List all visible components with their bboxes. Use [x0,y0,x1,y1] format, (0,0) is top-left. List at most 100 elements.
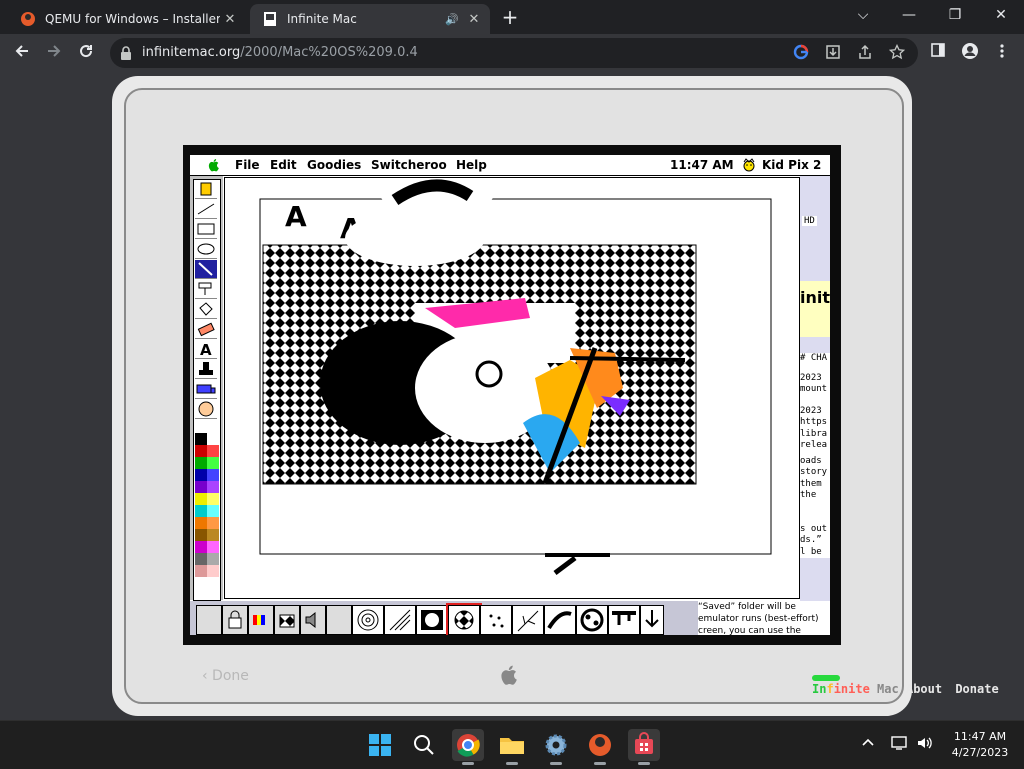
color-swatch[interactable] [207,457,219,469]
color-swatch[interactable] [195,541,207,553]
minimize-button[interactable]: — [886,4,932,26]
color-swatch[interactable] [195,565,207,577]
donate-link[interactable]: Donate [955,682,998,696]
color-swatch[interactable] [207,493,219,505]
color-swatch[interactable] [207,445,219,457]
infinite-mac-logo[interactable]: Infinite Mac [812,682,899,696]
stamp-tool[interactable] [195,360,217,379]
application-menu[interactable]: Kid Pix 2 [762,158,821,172]
google-lens-icon[interactable] [792,44,810,62]
moving-van-tool[interactable] [195,380,217,399]
search-button[interactable] [408,729,440,761]
menu-help[interactable]: Help [456,158,487,172]
color-swatch[interactable] [207,433,219,445]
text-tool[interactable]: A [195,340,217,359]
maximize-button[interactable]: ❐ [932,4,978,26]
color-swatch[interactable] [207,565,219,577]
lock-icon[interactable] [120,46,132,60]
start-button[interactable] [364,729,396,761]
apple-menu-icon[interactable] [208,158,221,172]
scroll-left-button[interactable] [196,605,222,635]
speaker-icon[interactable]: 🔊 [444,13,460,26]
close-tab-icon[interactable]: ✕ [220,12,240,27]
brush-option-stroke[interactable] [544,605,576,635]
menu-button[interactable] [990,42,1014,64]
paint-bucket-tool[interactable] [195,300,217,319]
menubar-clock[interactable]: 11:47 AM [670,158,734,172]
sound-icon[interactable] [300,605,326,635]
volume-button[interactable] [916,735,934,755]
color-swatch[interactable] [195,505,207,517]
color-swatch[interactable] [207,469,219,481]
menu-edit[interactable]: Edit [270,158,297,172]
brush-option-halftone[interactable] [416,605,448,635]
network-button[interactable] [890,735,908,755]
color-swatch[interactable] [207,529,219,541]
brush-option-lines[interactable] [384,605,416,635]
profile-button[interactable] [958,42,982,64]
lock-icon[interactable] [222,605,248,635]
paintbrush-tool[interactable] [195,260,217,279]
brush-option-selected[interactable] [446,603,482,635]
color-swatch[interactable] [195,553,207,565]
share-icon[interactable] [856,44,874,62]
scroll-right-button[interactable] [326,605,352,635]
color-swatch[interactable] [195,493,207,505]
oval-tool[interactable] [195,240,217,259]
about-link[interactable]: About [906,682,942,696]
reload-button[interactable] [74,42,98,64]
taskbar-store[interactable] [628,729,660,765]
taskbar-settings[interactable] [540,729,572,765]
color-swatch[interactable] [207,541,219,553]
color-swatch[interactable] [207,481,219,493]
color-swatch[interactable] [207,505,219,517]
show-hidden-icons-button[interactable] [860,735,876,755]
new-tab-button[interactable]: + [498,6,522,30]
close-tab-icon[interactable]: ✕ [464,12,484,27]
close-window-button[interactable]: ✕ [978,4,1024,26]
menu-switcheroo[interactable]: Switcheroo [371,158,447,172]
color-swatch[interactable] [195,529,207,541]
tab-qemu[interactable]: QEMU for Windows – Installers (6 ✕ [8,4,246,34]
taskbar-qemu[interactable] [584,729,616,765]
color-swatch[interactable] [207,517,219,529]
line-tool[interactable] [195,200,217,219]
color-swatch[interactable] [195,481,207,493]
eraser-tool[interactable] [195,320,217,339]
color-swatch[interactable] [195,433,207,445]
url-text[interactable]: infinitemac.org/2000/Mac%20OS%209.0.4 [142,45,418,60]
paint-roller-tool[interactable] [195,280,217,299]
brush-option-drip[interactable] [608,605,640,635]
back-button[interactable] [10,42,34,64]
pattern-picker-icon[interactable] [274,605,300,635]
menu-goodies[interactable]: Goodies [307,158,361,172]
taskbar-clock[interactable]: 11:47 AM 4/27/2023 [940,729,1020,761]
color-picker-icon[interactable] [248,605,274,635]
wacky-pencil-tool[interactable] [195,180,217,199]
install-app-icon[interactable] [824,44,842,62]
forward-button[interactable] [42,42,66,64]
tab-search-icon[interactable]: ⌵ [840,4,886,26]
color-swatch[interactable] [207,553,219,565]
done-button[interactable]: ‹ Done [202,668,249,684]
mac-screen[interactable]: File Edit Goodies Switcheroo Help 11:47 … [190,155,830,635]
tab-infinite-mac[interactable]: Infinite Mac 🔊 ✕ [250,4,490,34]
brush-option-spiral[interactable] [352,605,384,635]
bookmark-star-icon[interactable] [888,43,906,62]
brush-option-dots[interactable] [480,605,512,635]
color-swatch[interactable] [195,469,207,481]
drawing-canvas[interactable]: A A [224,160,800,599]
brush-option-pinwheel[interactable] [576,605,608,635]
undo-guy-tool[interactable] [195,400,217,419]
menu-file[interactable]: File [235,158,260,172]
taskbar-file-explorer[interactable] [496,729,528,765]
taskbar-chrome[interactable] [452,729,484,765]
color-swatch[interactable] [195,445,207,457]
color-swatch[interactable] [195,457,207,469]
color-swatch[interactable] [195,517,207,529]
side-panel-button[interactable] [926,42,950,64]
brush-option-tree[interactable] [512,605,544,635]
address-bar[interactable]: infinitemac.org/2000/Mac%20OS%209.0.4 [110,38,918,68]
rectangle-tool[interactable] [195,220,217,239]
more-options-arrow-icon[interactable] [640,605,664,635]
